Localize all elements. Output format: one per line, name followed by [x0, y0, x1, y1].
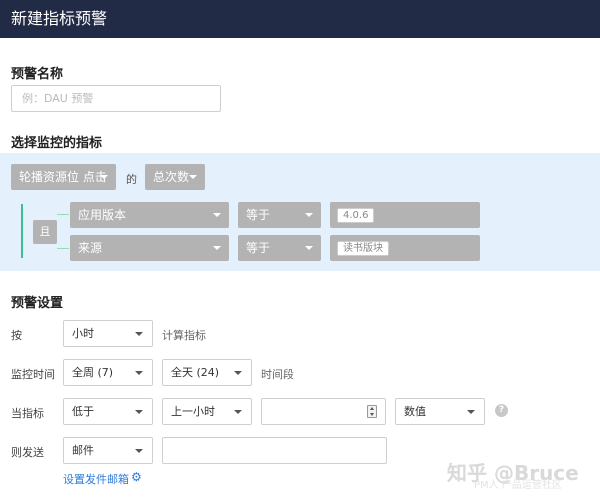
chevron-down-icon	[213, 246, 221, 250]
event-dropdown[interactable]: 轮播资源位 点击	[11, 164, 116, 190]
alert-name-input[interactable]: 例：DAU 预警	[11, 85, 221, 112]
filter-operator-label: 等于	[246, 208, 271, 222]
stepper-icon[interactable]	[367, 405, 377, 418]
alert-settings-heading: 预警设置	[11, 296, 64, 311]
chevron-down-icon	[305, 213, 313, 217]
chevron-down-icon	[135, 410, 143, 414]
chevron-down-icon	[234, 371, 242, 375]
week-range-select[interactable]: 全周 (7)	[63, 359, 153, 386]
by-label: 按	[11, 329, 22, 342]
filter-connector-line	[57, 214, 69, 215]
compute-metric-text: 计算指标	[162, 329, 206, 342]
alert-name-heading: 预警名称	[11, 67, 64, 82]
channel-select[interactable]: 邮件	[63, 437, 153, 464]
comparison-select[interactable]: 低于	[63, 398, 153, 425]
metric-heading: 选择监控的指标	[11, 136, 103, 151]
week-range-select-value: 全周 (7)	[72, 366, 114, 379]
dialog-title: 新建指标预警	[0, 0, 600, 38]
period-select-value: 上一小时	[171, 405, 215, 418]
when-metric-label: 当指标	[11, 407, 44, 420]
chevron-down-icon	[234, 410, 242, 414]
unit-select-value: 数值	[404, 405, 426, 418]
comparison-select-value: 低于	[72, 405, 94, 418]
day-range-select[interactable]: 全天 (24)	[162, 359, 252, 386]
filter-operator-label: 等于	[246, 241, 271, 255]
then-send-label: 则发送	[11, 446, 44, 459]
filter-value-field[interactable]: 读书版块	[330, 235, 480, 261]
filter-operator-dropdown[interactable]: 等于	[238, 202, 321, 228]
granularity-select-value: 小时	[72, 327, 94, 340]
recipient-input[interactable]	[162, 437, 387, 464]
channel-select-value: 邮件	[72, 444, 94, 457]
chevron-down-icon	[213, 213, 221, 217]
threshold-number-input[interactable]	[261, 398, 386, 425]
chevron-down-icon	[100, 175, 108, 179]
watermark-subtext: PM人 产品运营社区	[474, 480, 562, 491]
gear-icon[interactable]: ⚙	[131, 470, 142, 484]
filter-connector-line	[57, 248, 69, 249]
filter-field-dropdown[interactable]: 应用版本	[70, 202, 229, 228]
day-range-select-value: 全天 (24)	[171, 366, 220, 379]
configure-sender-email-link[interactable]: 设置发件邮箱	[63, 471, 129, 487]
measure-dropdown[interactable]: 总次数	[145, 164, 205, 190]
of-text: 的	[126, 173, 137, 186]
chevron-down-icon	[135, 332, 143, 336]
and-toggle-button[interactable]: 且	[33, 220, 57, 244]
unit-select[interactable]: 数值	[395, 398, 485, 425]
measure-dropdown-label: 总次数	[153, 170, 190, 184]
filter-value-tag[interactable]: 读书版块	[337, 241, 389, 256]
filter-field-label: 来源	[78, 241, 103, 255]
filter-operator-dropdown[interactable]: 等于	[238, 235, 321, 261]
chevron-down-icon	[467, 410, 475, 414]
period-select[interactable]: 上一小时	[162, 398, 252, 425]
filter-value-field[interactable]: 4.0.6	[330, 202, 480, 228]
filter-group-bracket	[21, 204, 23, 258]
event-dropdown-label: 轮播资源位 点击	[19, 170, 107, 184]
filter-value-tag[interactable]: 4.0.6	[337, 208, 375, 223]
monitor-time-label: 监控时间	[11, 368, 55, 381]
help-icon[interactable]: ?	[495, 404, 508, 417]
chevron-down-icon	[305, 246, 313, 250]
chevron-down-icon	[135, 371, 143, 375]
granularity-select[interactable]: 小时	[63, 320, 153, 347]
filter-field-dropdown[interactable]: 来源	[70, 235, 229, 261]
chevron-down-icon	[135, 449, 143, 453]
chevron-down-icon	[189, 175, 197, 179]
filter-field-label: 应用版本	[78, 208, 127, 222]
time-period-text: 时间段	[261, 368, 294, 381]
